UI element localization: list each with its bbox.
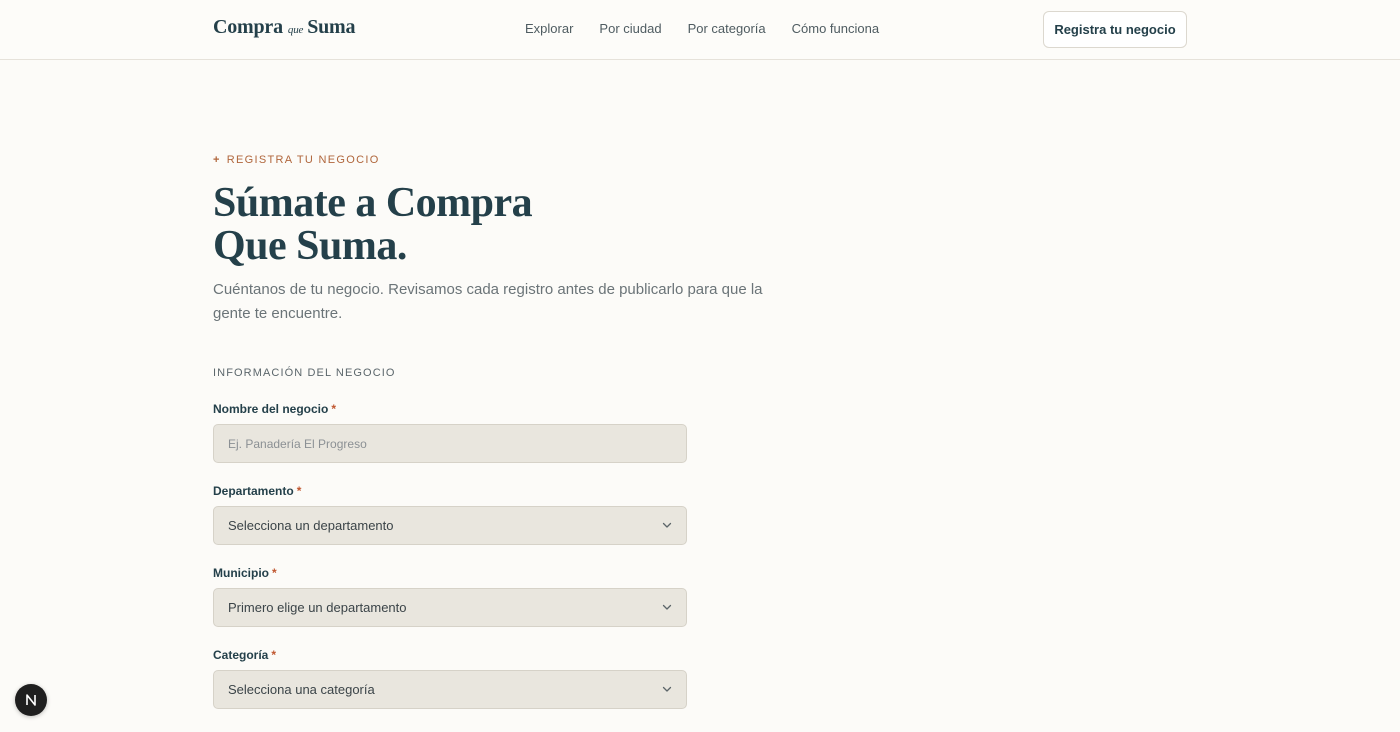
- nav-link-por-ciudad[interactable]: Por ciudad: [599, 21, 661, 36]
- site-header: Compra que Suma Explorar Por ciudad Por ca…: [0, 0, 1400, 60]
- next-logo-icon: [26, 694, 36, 706]
- site-logo[interactable]: Compra que Suma: [213, 16, 356, 39]
- plus-icon: +: [213, 154, 221, 166]
- business-name-field: [213, 424, 687, 463]
- logo-word-compra: Compra: [213, 16, 283, 38]
- nav-link-por-categoria[interactable]: Por categoría: [688, 21, 766, 36]
- page-description: Cuéntanos de tu negocio. Revisamos cada …: [213, 281, 763, 322]
- page-title-line-2: Que Suma.: [213, 223, 407, 269]
- logo-word-que: que: [287, 24, 304, 36]
- department-select-value: Selecciona un departamento: [228, 518, 394, 533]
- eyebrow-text: REGISTRA TU NEGOCIO: [226, 154, 380, 166]
- logo-word-suma: Suma: [307, 16, 356, 38]
- category-label: Categoría *: [213, 648, 276, 662]
- category-label-text: Categoría: [213, 648, 269, 662]
- business-name-label: Nombre del negocio *: [213, 402, 336, 416]
- main-nav: Explorar Por ciudad Por categoría Cómo f…: [525, 21, 879, 36]
- category-select[interactable]: Selecciona una categoría: [213, 670, 687, 709]
- municipality-select[interactable]: Primero elige un departamento: [213, 588, 687, 627]
- business-name-label-text: Nombre del negocio: [213, 402, 329, 416]
- municipality-label-text: Municipio: [213, 566, 269, 580]
- page-title: Súmate a Compra Que Suma.: [213, 180, 533, 269]
- page-title-line-1: Súmate a Compra: [213, 180, 533, 226]
- category-select-value: Selecciona una categoría: [228, 682, 375, 697]
- department-select[interactable]: Selecciona un departamento: [213, 506, 687, 545]
- municipality-label: Municipio *: [213, 566, 277, 580]
- business-name-input[interactable]: [214, 425, 686, 462]
- department-label-text: Departamento: [213, 484, 294, 498]
- form-section-title: INFORMACIÓN DEL NEGOCIO: [213, 367, 396, 379]
- municipality-select-value: Primero elige un departamento: [228, 600, 407, 615]
- nav-link-explorar[interactable]: Explorar: [525, 21, 573, 36]
- chevron-down-icon: [662, 604, 672, 610]
- required-mark: *: [331, 402, 337, 416]
- nav-link-como-funciona[interactable]: Cómo funciona: [792, 21, 879, 36]
- chevron-down-icon: [662, 522, 672, 528]
- chevron-down-icon: [662, 686, 672, 692]
- required-mark: *: [272, 566, 277, 580]
- next-dev-tools-button[interactable]: [15, 684, 47, 716]
- required-mark: *: [296, 484, 302, 498]
- required-mark: *: [271, 648, 277, 662]
- department-label: Departamento *: [213, 484, 301, 498]
- register-business-button[interactable]: Registra tu negocio: [1043, 11, 1187, 48]
- eyebrow: + REGISTRA TU NEGOCIO: [213, 154, 380, 166]
